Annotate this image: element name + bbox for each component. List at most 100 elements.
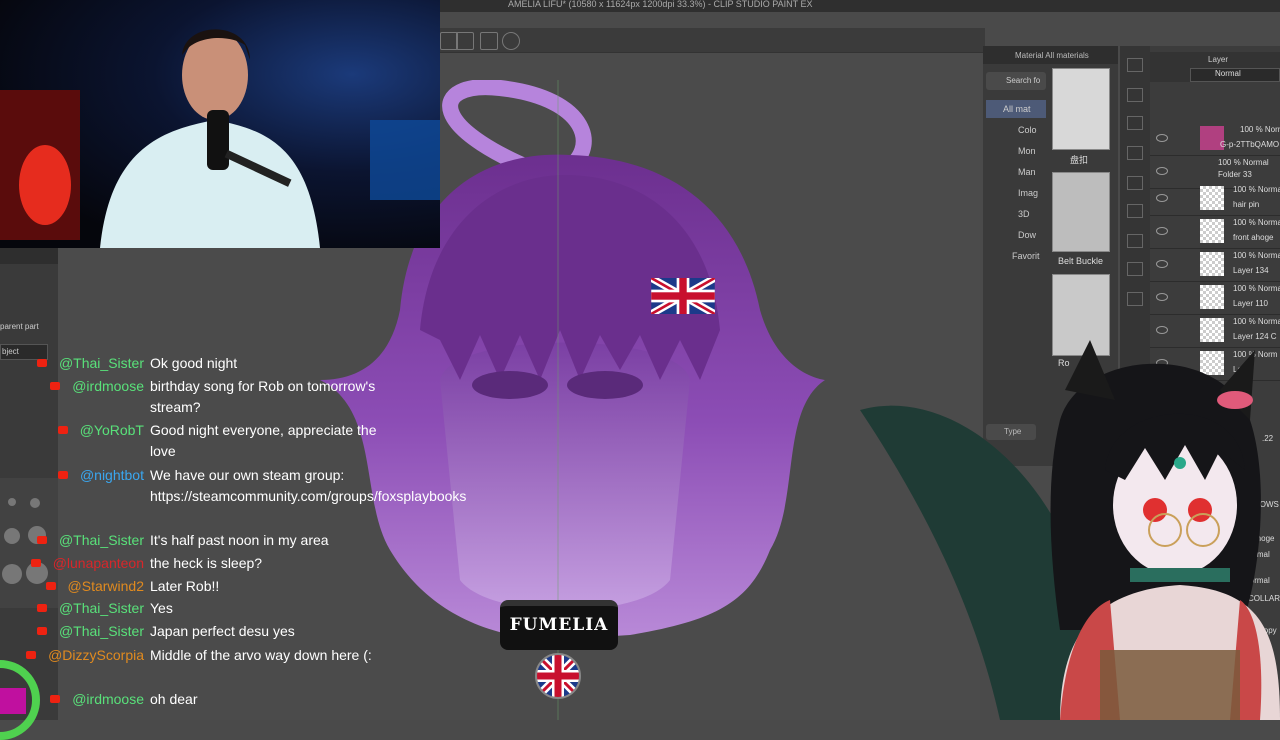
- layer-header-label: Layer: [1208, 55, 1229, 64]
- layer-row[interactable]: 100 % Norm G-p-2TTbQAMO: [1150, 122, 1280, 156]
- chat-username: @Thai_Sister: [58, 623, 144, 639]
- layer-row[interactable]: 100 % Norma front ahoge: [1150, 215, 1280, 249]
- youtube-icon: [30, 559, 41, 567]
- chat-text: Good night everyone, appreciate the love: [150, 422, 377, 459]
- material-thumb-belt-buckle[interactable]: [1052, 172, 1110, 252]
- material-search-button[interactable]: Search fo: [986, 72, 1046, 90]
- eye-icon[interactable]: [1156, 227, 1168, 235]
- streamer-video: [0, 29, 440, 248]
- youtube-icon: [36, 604, 47, 612]
- layer-opacity: 100 % Norma: [1233, 317, 1280, 326]
- youtube-icon: [45, 582, 56, 590]
- uk-flag-pendant: [535, 653, 581, 699]
- chat-text: Middle of the arvo way down here (:: [150, 647, 372, 663]
- blend-mode-value: Normal: [1215, 69, 1241, 78]
- chat-username: @DizzyScorpia: [48, 647, 144, 663]
- eye-icon[interactable]: [1156, 167, 1168, 175]
- pen-icon[interactable]: [456, 32, 474, 50]
- chat-text: Japan perfect desu yes: [150, 623, 295, 639]
- material-panel-header: Material All materials: [983, 46, 1118, 64]
- layer-color-icon[interactable]: [1127, 292, 1143, 306]
- layer-ruler-icon[interactable]: [1127, 176, 1143, 190]
- microphone: [207, 110, 229, 170]
- eye-icon[interactable]: [1156, 260, 1168, 268]
- chat-username: @nightbot: [79, 467, 144, 483]
- material-search-label: Search fo: [1006, 76, 1041, 85]
- layer-thumbnail: [1200, 219, 1224, 243]
- chat-text: We have our own steam group: https://ste…: [150, 467, 467, 504]
- clipboard-icon[interactable]: [480, 32, 498, 50]
- material-tree-download[interactable]: Dow: [1018, 230, 1036, 240]
- layer-name: hair pin: [1233, 200, 1260, 209]
- chat-text: Ok good night: [150, 355, 238, 371]
- material-tree-all[interactable]: All mat: [1003, 104, 1031, 114]
- youtube-icon: [50, 695, 61, 703]
- left-eye: [472, 371, 548, 399]
- chat-text: Later Rob!!: [150, 578, 220, 594]
- layer-panel-header: Layer Normal: [1150, 52, 1280, 82]
- material-thumb-knot[interactable]: [1052, 68, 1110, 150]
- youtube-icon: [57, 426, 68, 434]
- layer-name: front ahoge: [1233, 233, 1274, 242]
- youtube-icon: [26, 651, 37, 659]
- eye-icon[interactable]: [1156, 134, 1168, 142]
- material-tree-color[interactable]: Colo: [1018, 125, 1037, 135]
- layer-mask-icon[interactable]: [1127, 146, 1143, 160]
- chat-username: @lunapanteon: [52, 555, 144, 571]
- chat-text: oh dear: [150, 691, 198, 707]
- new-layer-icon[interactable]: [1127, 58, 1143, 72]
- chat-username: @YoRobT: [79, 422, 144, 438]
- chat-username: @Starwind2: [67, 578, 144, 594]
- youtube-icon: [36, 627, 47, 635]
- layer-opacity: 100 % Norma: [1233, 218, 1280, 227]
- union-jack-hairpin: [651, 278, 715, 314]
- help-icon[interactable]: [502, 32, 520, 50]
- layer-name: Folder 33: [1218, 170, 1252, 179]
- layer-name: Layer 110: [1233, 299, 1268, 308]
- chat-username: @Thai_Sister: [58, 532, 144, 548]
- layer-opacity: 100 % Norm: [1240, 125, 1280, 134]
- youtube-icon: [36, 536, 47, 544]
- layer-ref-icon[interactable]: [1127, 262, 1143, 276]
- chat-text: birthday song for Rob on tomorrow's stre…: [150, 378, 376, 415]
- command-bar: [440, 28, 985, 53]
- chat-username: @Thai_Sister: [58, 355, 144, 371]
- youtube-icon: [57, 471, 68, 479]
- layer-opacity: 100 % Normal: [1218, 158, 1269, 167]
- right-eye: [567, 371, 643, 399]
- layer-name: Layer 134: [1233, 266, 1269, 275]
- chat-username: @Thai_Sister: [58, 600, 144, 616]
- layer-lock-icon[interactable]: [1127, 204, 1143, 218]
- layer-option-icon[interactable]: [1127, 88, 1143, 102]
- layer-row[interactable]: 100 % Norma Layer 134: [1150, 248, 1280, 282]
- left-panel-header: [0, 248, 58, 264]
- layer-opacity: 100 % Norma: [1233, 185, 1280, 194]
- chat-text: Yes: [150, 600, 173, 616]
- left-panel-label: parent part: [0, 322, 39, 331]
- layer-thumbnail: [1200, 186, 1224, 210]
- material-thumb-label: Belt Buckle: [1058, 256, 1104, 266]
- layer-opacity: 100 % Norma: [1233, 251, 1280, 260]
- material-tree-image[interactable]: Imag: [1018, 188, 1038, 198]
- material-tree-man[interactable]: Man: [1018, 167, 1036, 177]
- eye-icon[interactable]: [1156, 194, 1168, 202]
- eye-icon[interactable]: [1156, 293, 1168, 301]
- delete-layer-icon[interactable]: [1127, 116, 1143, 130]
- material-tree-mon[interactable]: Mon: [1018, 146, 1036, 156]
- rope: [1100, 650, 1240, 720]
- layer-name: G-p-2TTbQAMO: [1220, 140, 1280, 149]
- material-tree-favorite[interactable]: Favorit: [1012, 251, 1040, 261]
- layer-opacity: 100 % Norma: [1233, 284, 1280, 293]
- vtuber-avatar: [860, 340, 1280, 720]
- window-title: AMELIA LIFU* (10580 x 11624px 1200dpi 33…: [508, 0, 813, 9]
- fumelia-badge: FUMELIA: [500, 600, 618, 650]
- title-bar: AMELIA LIFU* (10580 x 11624px 1200dpi 33…: [440, 0, 1280, 12]
- youtube-icon: [36, 359, 47, 367]
- layer-row[interactable]: 100 % Norma Layer 110: [1150, 281, 1280, 315]
- chat-username: @irdmoose: [72, 691, 144, 707]
- layer-clip-icon[interactable]: [1127, 234, 1143, 248]
- material-thumb-label: 盘扣: [1070, 155, 1089, 165]
- layer-row[interactable]: 100 % Norma hair pin: [1150, 182, 1280, 216]
- blend-mode-select[interactable]: Normal: [1190, 68, 1280, 82]
- material-tree-3d[interactable]: 3D: [1018, 209, 1030, 219]
